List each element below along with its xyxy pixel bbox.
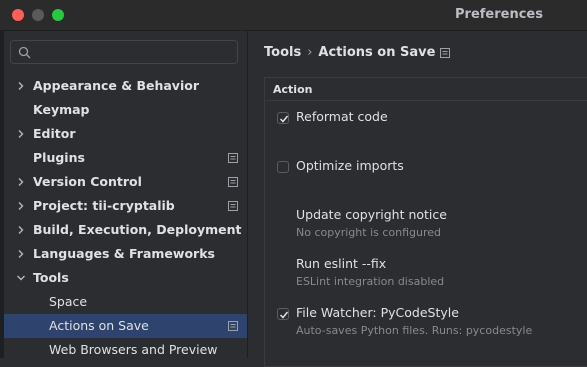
sidebar-item-label: Editor [33, 126, 76, 141]
minimize-window-button[interactable] [32, 9, 44, 21]
sidebar-item-label: Build, Execution, Deployment [33, 222, 242, 237]
settings-content: Tools › Actions on Save Action Reformat co… [248, 31, 587, 367]
project-settings-icon [228, 177, 238, 187]
action-row-optimize-imports[interactable]: Optimize imports [265, 155, 587, 201]
sidebar-item-appearance-behavior[interactable]: Appearance & Behavior [4, 74, 247, 98]
action-row-update-copyright-notice: Update copyright notice No copyright is c… [265, 204, 587, 250]
sidebar-item-label: Tools [33, 270, 69, 285]
settings-sidebar: Appearance & Behavior Keymap Editor Plugins… [4, 31, 248, 358]
action-description: ESLint integration disabled [296, 275, 445, 288]
chevron-down-icon[interactable] [16, 273, 26, 283]
sidebar-item-label: Space [49, 294, 88, 309]
project-settings-icon [228, 321, 238, 331]
project-settings-icon [440, 48, 450, 58]
sidebar-item-web-browsers-and-preview[interactable]: Web Browsers and Preview [4, 338, 247, 362]
action-description: Auto-saves Python files. Runs: pycodesty… [296, 324, 533, 337]
sidebar-item-space[interactable]: Space [4, 290, 247, 314]
sidebar-item-label: Plugins [33, 150, 85, 165]
sidebar-item-label: Project: tii-cryptalib [33, 198, 175, 213]
action-title: Optimize imports [296, 158, 404, 173]
sidebar-item-version-control[interactable]: Version Control [4, 170, 247, 194]
action-title: Update copyright notice [296, 207, 447, 222]
breadcrumb-parent[interactable]: Tools [264, 45, 301, 60]
action-row-reformat-code[interactable]: Reformat code [265, 106, 587, 152]
checkmark-icon [279, 115, 289, 123]
project-settings-icon [228, 153, 238, 163]
breadcrumb-current: Actions on Save [318, 45, 436, 60]
sidebar-item-plugins[interactable]: Plugins [4, 146, 247, 170]
chevron-right-icon[interactable] [16, 129, 26, 139]
sidebar-item-actions-on-save[interactable]: Actions on Save [4, 314, 247, 338]
sidebar-item-label: Version Control [33, 174, 142, 189]
sidebar-item-label: Appearance & Behavior [33, 78, 199, 93]
table-header: Action [265, 78, 587, 101]
sidebar-item-build-execution-deployment[interactable]: Build, Execution, Deployment [4, 218, 247, 242]
column-header-action: Action [273, 83, 313, 96]
title-bar: Preferences [0, 0, 587, 31]
action-title: Run eslint --fix [296, 256, 387, 271]
breadcrumb-separator: › [307, 45, 313, 60]
sidebar-item-label: Actions on Save [49, 318, 149, 333]
search-icon [18, 46, 31, 59]
project-settings-icon [228, 201, 238, 211]
action-title: File Watcher: PyCodeStyle [296, 305, 459, 320]
sidebar-item-label: Languages & Frameworks [33, 246, 215, 261]
sidebar-item-label: Web Browsers and Preview [49, 342, 218, 357]
checkbox-unchecked[interactable] [277, 161, 289, 173]
action-title: Reformat code [296, 109, 388, 124]
breadcrumb: Tools › Actions on Save [264, 45, 435, 60]
maximize-window-button[interactable] [52, 9, 64, 21]
chevron-right-icon[interactable] [16, 81, 26, 91]
action-description: No copyright is configured [296, 226, 442, 239]
sidebar-item-keymap[interactable]: Keymap [4, 98, 247, 122]
chevron-right-icon[interactable] [16, 201, 26, 211]
window-title: Preferences [455, 7, 543, 22]
action-row-run-eslint-fix: Run eslint --fix ESLint integration disab… [265, 253, 587, 299]
sidebar-item-languages-frameworks[interactable]: Languages & Frameworks [4, 242, 247, 266]
sidebar-item-editor[interactable]: Editor [4, 122, 247, 146]
checkmark-icon [279, 311, 289, 319]
chevron-right-icon[interactable] [16, 177, 26, 187]
checkbox-checked[interactable] [277, 308, 289, 320]
checkbox-checked[interactable] [277, 112, 289, 124]
settings-search-input[interactable] [10, 40, 238, 64]
chevron-right-icon[interactable] [16, 225, 26, 235]
close-window-button[interactable] [12, 9, 24, 21]
chevron-right-icon[interactable] [16, 249, 26, 259]
actions-table: Action Reformat code Optimize imports Upda… [264, 77, 587, 367]
sidebar-item-label: Keymap [33, 102, 90, 117]
sidebar-item-tools[interactable]: Tools [4, 266, 247, 290]
action-row-file-watcher-pycodestyle[interactable]: File Watcher: PyCodeStyle Auto-saves Pyth… [265, 302, 587, 348]
sidebar-item-project-tii-cryptalib[interactable]: Project: tii-cryptalib [4, 194, 247, 218]
